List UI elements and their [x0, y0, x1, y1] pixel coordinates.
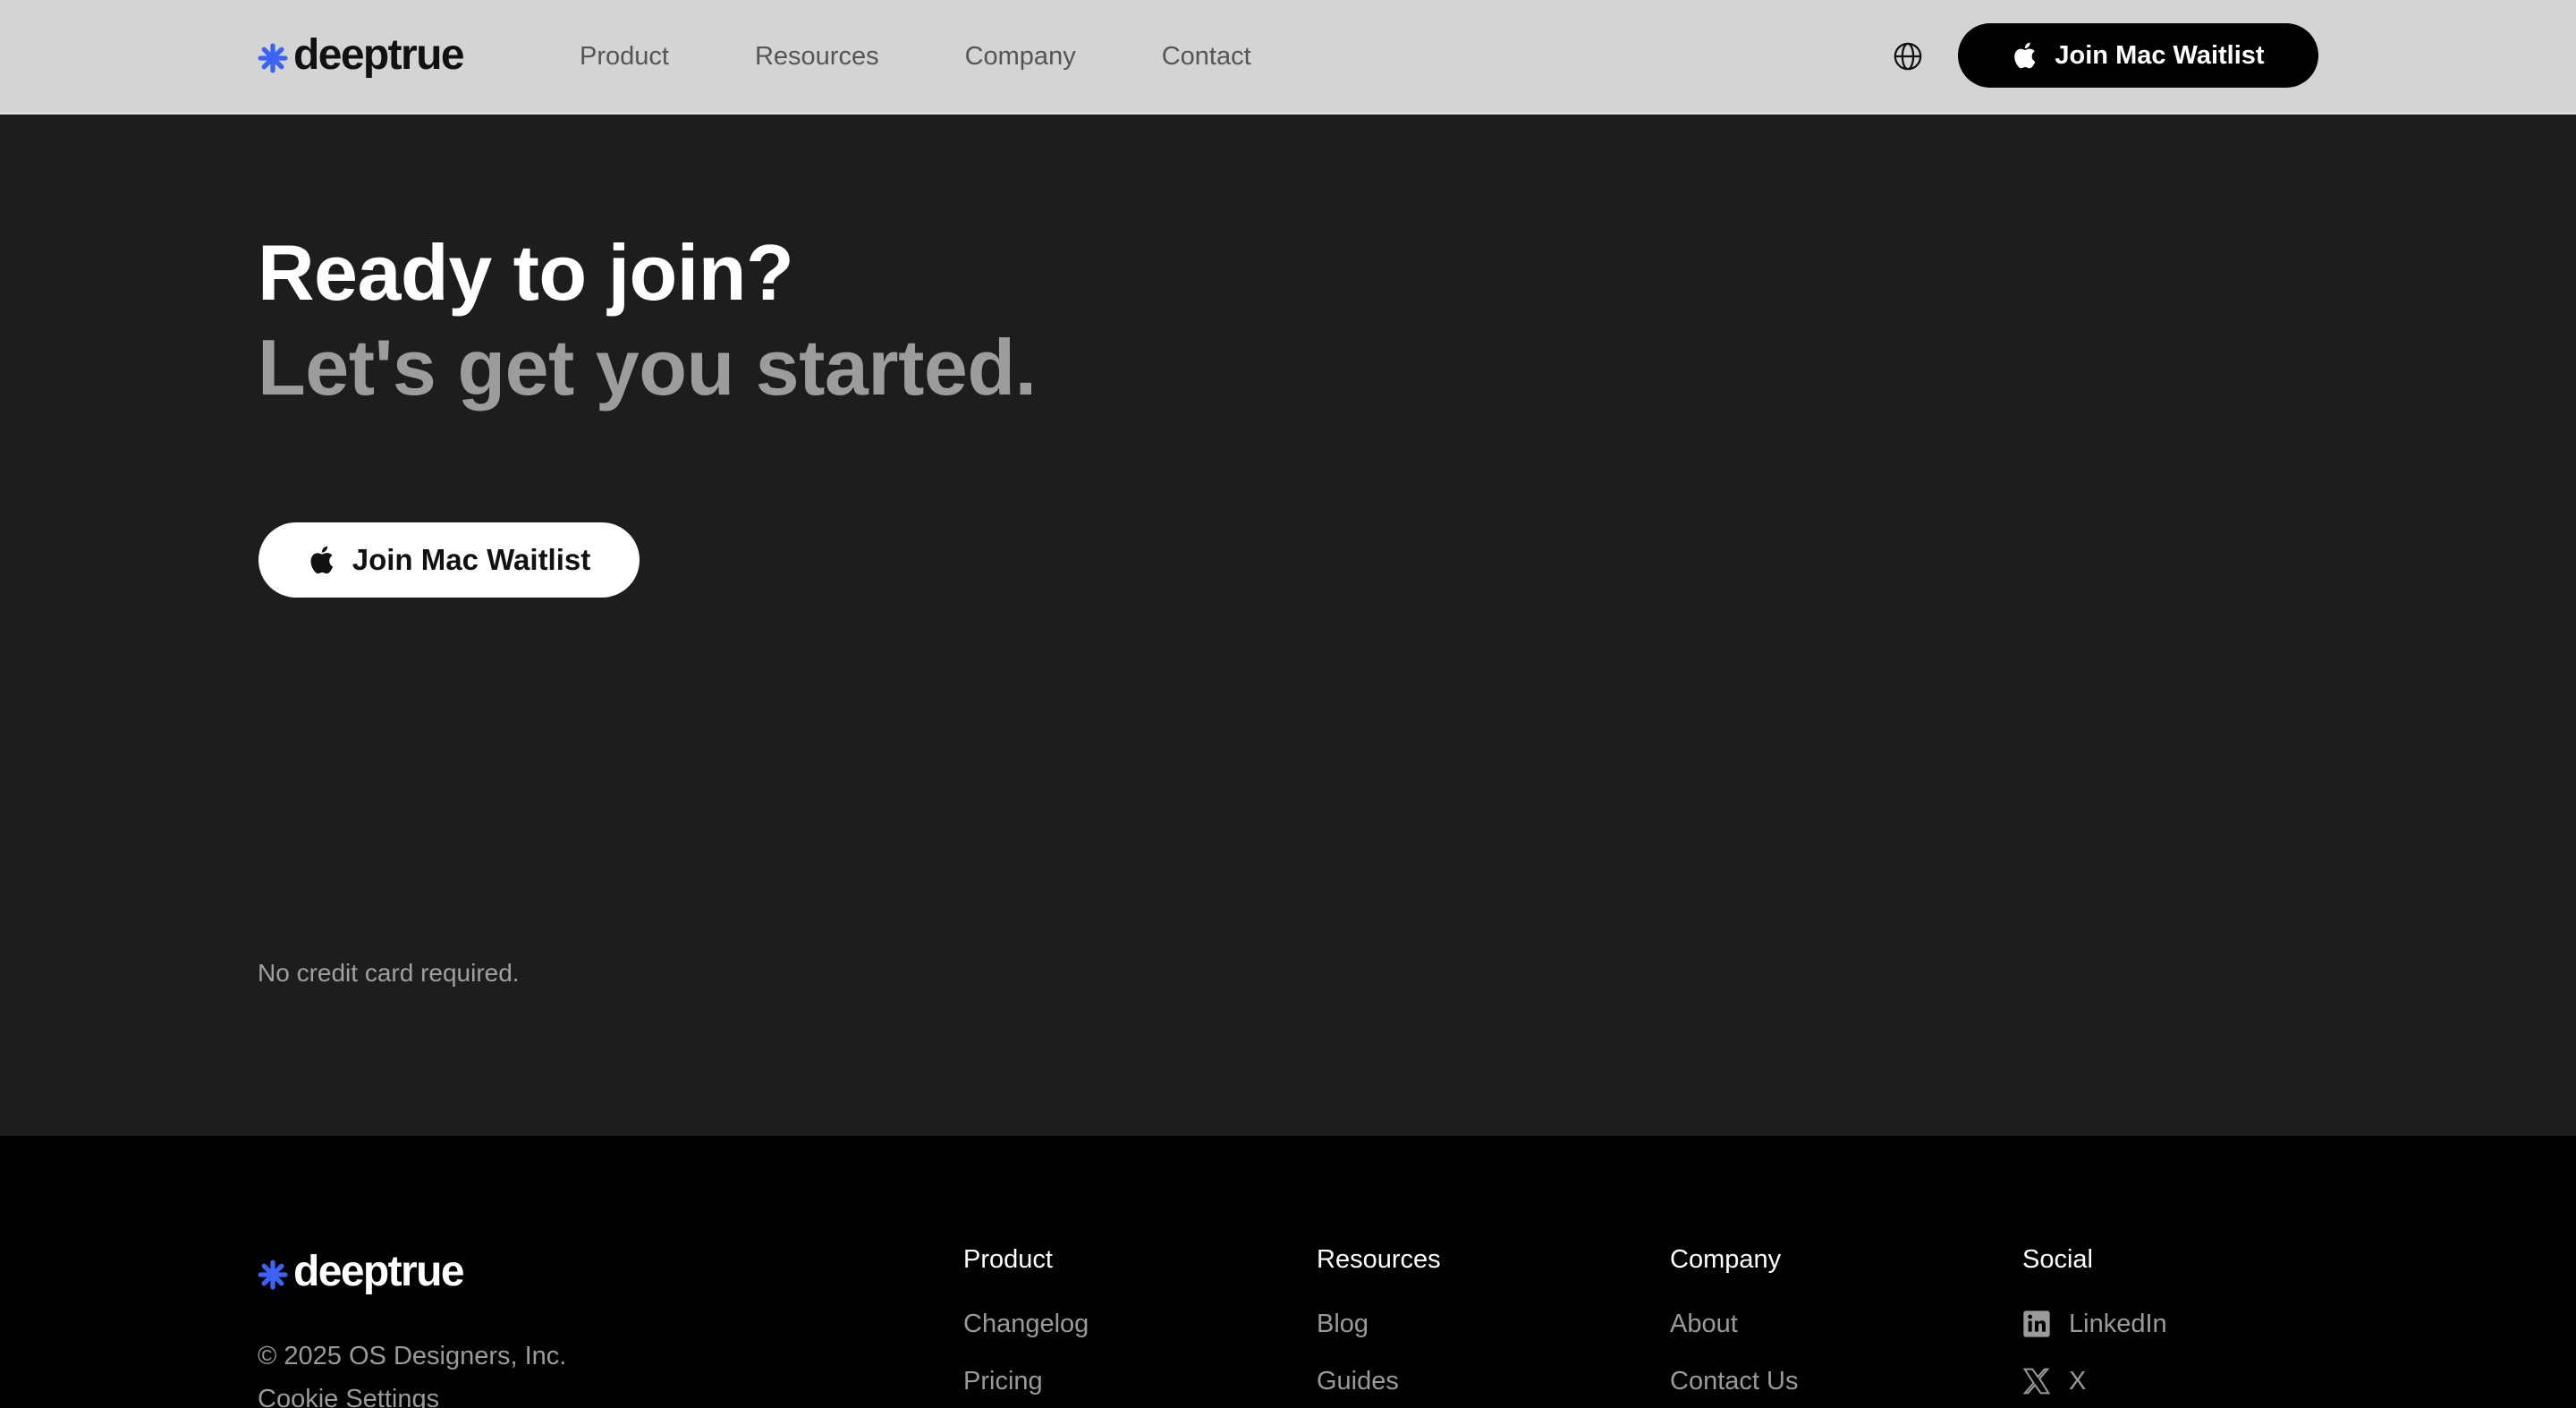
- asterisk-logo-icon: [258, 1260, 288, 1290]
- footer-link-blog[interactable]: Blog: [1317, 1310, 1441, 1338]
- top-nav: deeptrue Product Resources Company Conta…: [0, 0, 2576, 115]
- asterisk-logo-icon: [258, 43, 288, 73]
- no-credit-card-note: No credit card required.: [258, 959, 520, 987]
- brand-name: deeptrue: [293, 1248, 465, 1295]
- nav-resources[interactable]: Resources: [755, 42, 879, 72]
- footer-col-company: Company About Contact Us: [1670, 1245, 1798, 1395]
- x-label: X: [2069, 1366, 2087, 1395]
- x-icon: [2022, 1368, 2051, 1395]
- linkedin-label: LinkedIn: [2069, 1309, 2167, 1338]
- footer-link-guides[interactable]: Guides: [1317, 1367, 1441, 1395]
- footer-col-product: Product Changelog Pricing: [963, 1245, 1089, 1395]
- cookie-settings-link[interactable]: Cookie Settings: [258, 1385, 439, 1408]
- footer-link-pricing[interactable]: Pricing: [963, 1367, 1089, 1395]
- page: deeptrue Product Resources Company Conta…: [0, 0, 2576, 1408]
- join-waitlist-label: Join Mac Waitlist: [352, 543, 591, 576]
- footer-col-title: Product: [963, 1245, 1053, 1274]
- footer-link-changelog[interactable]: Changelog: [963, 1310, 1089, 1338]
- footer-col-resources: Resources Blog Guides: [1317, 1245, 1441, 1395]
- footer-link-contact-us[interactable]: Contact Us: [1670, 1367, 1798, 1395]
- cta-section: Ready to join? Let's get you started. Jo…: [0, 115, 2576, 1136]
- nav-product[interactable]: Product: [580, 42, 669, 72]
- footer-col-title: Company: [1670, 1245, 1782, 1274]
- footer-link-about[interactable]: About: [1670, 1310, 1798, 1338]
- footer-col-social: Social LinkedIn X: [2022, 1245, 2167, 1395]
- primary-nav: Product Resources Company Contact: [580, 0, 1337, 113]
- brand-logo[interactable]: deeptrue: [258, 31, 465, 79]
- footer-col-title: Social: [2022, 1245, 2093, 1274]
- join-waitlist-button-nav[interactable]: Join Mac Waitlist: [1958, 23, 2318, 88]
- footer-link-linkedin[interactable]: LinkedIn: [2022, 1310, 2167, 1338]
- linkedin-icon: [2023, 1310, 2050, 1337]
- nav-company[interactable]: Company: [965, 42, 1076, 72]
- globe-icon[interactable]: [1893, 41, 1923, 72]
- site-footer: deeptrue © 2025 OS Designers, Inc. Cooki…: [0, 1136, 2576, 1408]
- footer-link-x[interactable]: X: [2022, 1367, 2167, 1395]
- join-waitlist-label: Join Mac Waitlist: [2055, 40, 2265, 70]
- footer-col-title: Resources: [1317, 1245, 1441, 1274]
- brand-name: deeptrue: [293, 31, 465, 79]
- nav-contact[interactable]: Contact: [1162, 42, 1251, 72]
- apple-icon: [2014, 42, 2036, 69]
- apple-icon: [310, 546, 333, 574]
- join-waitlist-button[interactable]: Join Mac Waitlist: [258, 522, 640, 598]
- footer-brand-logo[interactable]: deeptrue: [258, 1248, 465, 1295]
- headline: Ready to join?: [258, 228, 794, 317]
- copyright: © 2025 OS Designers, Inc.: [258, 1342, 567, 1370]
- subheadline: Let's get you started.: [258, 323, 1037, 411]
